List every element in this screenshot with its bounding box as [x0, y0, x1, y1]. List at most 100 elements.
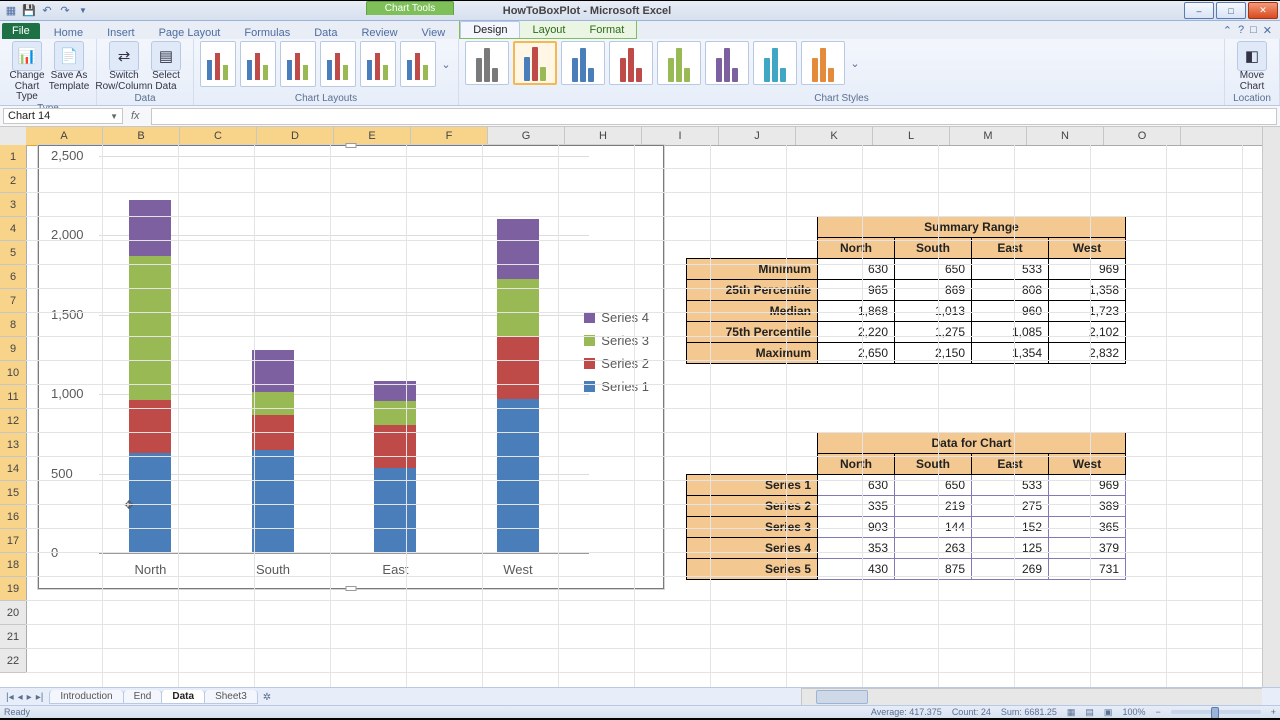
chart-style-thumb[interactable]: [657, 41, 701, 85]
layouts-more-icon[interactable]: ⌄: [440, 58, 452, 71]
chart-style-thumb[interactable]: [801, 41, 845, 85]
table-cell[interactable]: 263: [895, 538, 972, 559]
col-header-M[interactable]: M: [950, 127, 1027, 145]
horizontal-scrollbar[interactable]: [801, 688, 1262, 706]
tab-review[interactable]: Review: [349, 25, 409, 41]
table-cell[interactable]: 365: [1049, 517, 1126, 538]
row-header-18[interactable]: 18: [0, 553, 26, 577]
tab-layout[interactable]: Layout: [520, 22, 577, 38]
new-sheet-icon[interactable]: ✲: [263, 692, 271, 703]
maximize-button[interactable]: □: [1216, 2, 1246, 19]
sheet-tab-end[interactable]: End: [123, 690, 163, 704]
worksheet[interactable]: ABCDEFGHIJKLMNO 123456789101112131415161…: [0, 127, 1280, 696]
table-cell[interactable]: 650: [895, 475, 972, 496]
row-header-21[interactable]: 21: [0, 625, 26, 649]
col-header-F[interactable]: F: [411, 127, 488, 146]
select-all-triangle[interactable]: [0, 127, 27, 146]
row-header-15[interactable]: 15: [0, 481, 26, 505]
save-as-template-button[interactable]: 📄Save As Template: [48, 41, 90, 103]
sheet-tab-introduction[interactable]: Introduction: [49, 690, 123, 704]
col-header-C[interactable]: C: [180, 127, 257, 146]
row-header-17[interactable]: 17: [0, 529, 26, 553]
row-header-14[interactable]: 14: [0, 457, 26, 481]
row-header-4[interactable]: 4: [0, 217, 26, 241]
table-cell[interactable]: 533: [972, 259, 1049, 280]
bar-west[interactable]: [497, 219, 539, 553]
table-cell[interactable]: 275: [972, 496, 1049, 517]
col-header-D[interactable]: D: [257, 127, 334, 146]
legend-item[interactable]: Series 2: [584, 354, 649, 373]
legend-item[interactable]: Series 4: [584, 308, 649, 327]
chart-legend[interactable]: Series 4Series 3Series 2Series 1: [584, 304, 649, 400]
row-headers[interactable]: 12345678910111213141516171819202122: [0, 145, 27, 673]
table-cell[interactable]: 903: [818, 517, 895, 538]
legend-item[interactable]: Series 1: [584, 377, 649, 396]
tab-home[interactable]: Home: [42, 25, 95, 41]
select-data-button[interactable]: ▤Select Data: [145, 41, 187, 92]
tab-page-layout[interactable]: Page Layout: [147, 25, 233, 41]
chart-layout-thumb[interactable]: [320, 41, 356, 87]
move-chart-button[interactable]: ◧Move Chart: [1231, 41, 1273, 92]
table-cell[interactable]: 969: [1049, 259, 1126, 280]
view-normal-icon[interactable]: ▦: [1067, 707, 1076, 718]
row-header-7[interactable]: 7: [0, 289, 26, 313]
chart-layout-thumb[interactable]: [240, 41, 276, 87]
tab-data[interactable]: Data: [302, 25, 349, 41]
chart-layout-thumb[interactable]: [400, 41, 436, 87]
row-header-6[interactable]: 6: [0, 265, 26, 289]
table-cell[interactable]: 353: [818, 538, 895, 559]
table-cell[interactable]: 144: [895, 517, 972, 538]
row-header-8[interactable]: 8: [0, 313, 26, 337]
zoom-in-button[interactable]: +: [1271, 707, 1276, 717]
zoom-level[interactable]: 100%: [1122, 707, 1145, 717]
file-tab[interactable]: File: [2, 23, 40, 39]
table-cell[interactable]: 960: [972, 301, 1049, 322]
table-cell[interactable]: 2,220: [818, 322, 895, 343]
name-box[interactable]: Chart 14▼: [3, 108, 123, 124]
column-headers[interactable]: ABCDEFGHIJKLMNO: [26, 127, 1280, 146]
view-page-layout-icon[interactable]: ▤: [1085, 707, 1094, 718]
chart-object[interactable]: 05001,0001,5002,0002,500NorthSouthEastWe…: [38, 145, 664, 589]
row-header-11[interactable]: 11: [0, 385, 26, 409]
bar-north[interactable]: [129, 200, 171, 553]
table-cell[interactable]: 533: [972, 475, 1049, 496]
table-cell[interactable]: 869: [895, 280, 972, 301]
table-cell[interactable]: 219: [895, 496, 972, 517]
col-header-A[interactable]: A: [26, 127, 103, 146]
table-cell[interactable]: 965: [818, 280, 895, 301]
table-cell[interactable]: 808: [972, 280, 1049, 301]
styles-more-icon[interactable]: ⌄: [849, 57, 861, 70]
chart-style-thumb[interactable]: [609, 41, 653, 85]
zoom-out-button[interactable]: −: [1155, 707, 1160, 717]
col-header-B[interactable]: B: [103, 127, 180, 146]
window-restore-icon[interactable]: □: [1250, 24, 1257, 37]
qat-dropdown-icon[interactable]: ▼: [76, 4, 90, 18]
chart-layout-thumb[interactable]: [280, 41, 316, 87]
table-cell[interactable]: 152: [972, 517, 1049, 538]
row-header-12[interactable]: 12: [0, 409, 26, 433]
row-header-3[interactable]: 3: [0, 193, 26, 217]
table-cell[interactable]: 2,102: [1049, 322, 1126, 343]
chart-style-thumb[interactable]: [513, 41, 557, 85]
chart-style-thumb[interactable]: [705, 41, 749, 85]
row-header-5[interactable]: 5: [0, 241, 26, 265]
row-header-1[interactable]: 1: [0, 145, 26, 169]
vertical-scrollbar[interactable]: [1262, 127, 1280, 687]
tab-format[interactable]: Format: [577, 22, 636, 38]
table-cell[interactable]: 125: [972, 538, 1049, 559]
tab-view[interactable]: View: [410, 25, 458, 41]
tab-insert[interactable]: Insert: [95, 25, 147, 41]
table-cell[interactable]: 969: [1049, 475, 1126, 496]
row-header-13[interactable]: 13: [0, 433, 26, 457]
row-header-16[interactable]: 16: [0, 505, 26, 529]
col-header-K[interactable]: K: [796, 127, 873, 145]
change-chart-type-button[interactable]: 📊Change Chart Type: [6, 41, 48, 103]
formula-input[interactable]: [151, 108, 1277, 125]
chart-style-thumb[interactable]: [561, 41, 605, 85]
chart-style-thumb[interactable]: [753, 41, 797, 85]
sheet-tab-sheet3[interactable]: Sheet3: [204, 690, 258, 704]
switch-row-column-button[interactable]: ⇄Switch Row/Column: [103, 41, 145, 92]
table-cell[interactable]: 650: [895, 259, 972, 280]
cells[interactable]: 05001,0001,5002,0002,500NorthSouthEastWe…: [26, 145, 1280, 696]
redo-icon[interactable]: ↷: [58, 4, 72, 18]
